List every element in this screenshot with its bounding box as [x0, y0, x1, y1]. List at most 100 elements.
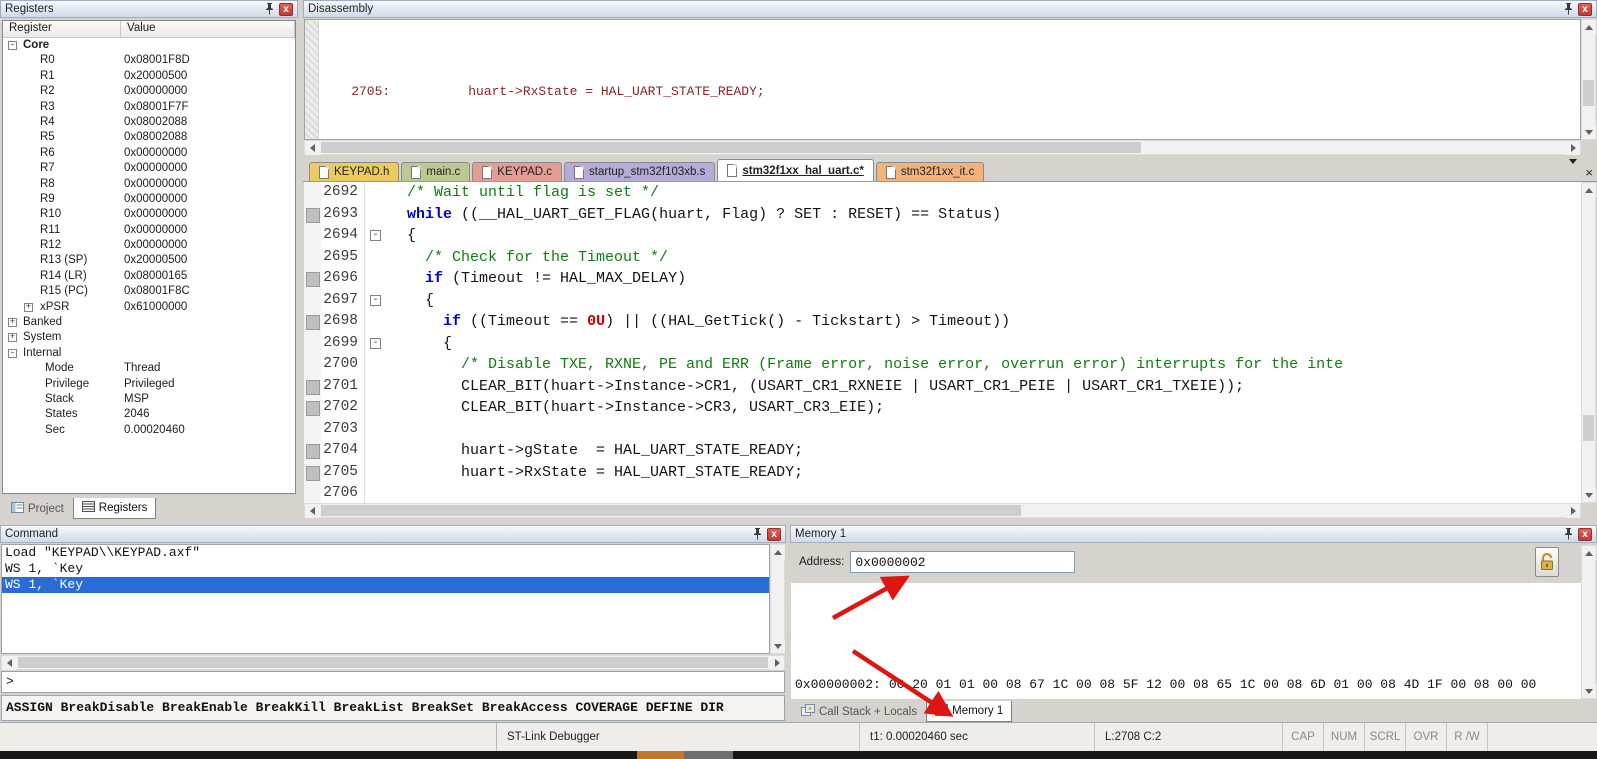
command-output[interactable]: Load "KEYPAD\\KEYPAD.axf" WS 1, `Key WS …	[1, 544, 770, 654]
code-line[interactable]: 2706	[304, 483, 1581, 503]
command-line[interactable]: WS 1, `Key	[2, 577, 769, 593]
scroll-right-button[interactable]	[770, 656, 784, 670]
close-icon[interactable]: x	[1578, 2, 1592, 16]
register-row[interactable]: R0 0x08001F8D	[3, 53, 295, 68]
editor-tab[interactable]: main.c	[401, 162, 471, 181]
editor-tab[interactable]: startup_stm32f103xb.s	[564, 162, 716, 181]
register-row[interactable]: R6 0x00000000	[3, 146, 295, 161]
tab-registers[interactable]: Registers	[72, 498, 157, 519]
register-row[interactable]: R5 0x08002088	[3, 130, 295, 145]
register-row[interactable]: Sec 0.00020460	[3, 423, 295, 438]
memory-vscrollbar[interactable]	[1581, 545, 1596, 699]
register-row[interactable]: R12 0x00000000	[3, 238, 295, 253]
register-row[interactable]: R9 0x00000000	[3, 192, 295, 207]
register-row[interactable]: + Banked	[3, 315, 295, 330]
editor-hscrollbar[interactable]	[304, 503, 1581, 518]
register-row[interactable]: R13 (SP) 0x20000500	[3, 253, 295, 268]
pin-icon[interactable]	[1561, 528, 1575, 541]
register-row[interactable]: R11 0x00000000	[3, 223, 295, 238]
lock-icon[interactable]	[1535, 547, 1559, 577]
scroll-right-button[interactable]	[1566, 504, 1580, 518]
register-row[interactable]: R2 0x00000000	[3, 84, 295, 99]
tab-call-stack-locals[interactable]: Call Stack + Locals	[792, 701, 926, 722]
register-row[interactable]: R1 0x20000500	[3, 69, 295, 84]
register-row[interactable]: R14 (LR) 0x08000165	[3, 269, 295, 284]
scroll-thumb[interactable]	[321, 142, 1141, 153]
close-document-icon[interactable]: ×	[1585, 166, 1593, 179]
tree-expand-icon[interactable]: -	[8, 348, 17, 358]
editor-vscrollbar[interactable]	[1581, 182, 1596, 503]
code-line[interactable]: 2694 - {	[304, 225, 1581, 247]
tree-expand-icon[interactable]: +	[8, 333, 17, 343]
memory-row[interactable]: 0x00000002: 00 20 01 01 00 08 67 1C 00 08…	[791, 677, 1581, 693]
code-line[interactable]: 2695 /* Check for the Timeout */	[304, 246, 1581, 268]
disassembly-line[interactable]: 2705: huart->RxState = HAL_UART_STATE_RE…	[320, 84, 1580, 100]
fold-marker-icon[interactable]: -	[370, 294, 381, 306]
scroll-thumb[interactable]	[321, 505, 1021, 516]
register-row[interactable]: - Core	[3, 38, 295, 53]
disassembly-view[interactable]: 2705: huart->RxState = HAL_UART_STATE_RE…	[304, 19, 1581, 140]
code-line[interactable]: 2703	[304, 418, 1581, 440]
pin-icon[interactable]	[750, 528, 764, 541]
pin-icon[interactable]	[1561, 3, 1575, 16]
scroll-left-button[interactable]	[305, 141, 319, 155]
code-line[interactable]: 2702 CLEAR_BIT(huart->Instance->CR3, USA…	[304, 397, 1581, 419]
register-row[interactable]: Stack MSP	[3, 392, 295, 407]
fold-marker-icon[interactable]: -	[370, 230, 381, 241]
scroll-thumb[interactable]	[1583, 80, 1594, 106]
scroll-up-button[interactable]	[1582, 20, 1596, 34]
scroll-left-button[interactable]	[305, 504, 319, 518]
scroll-up-button[interactable]	[1582, 183, 1596, 197]
code-line[interactable]: 2699 - {	[304, 332, 1581, 354]
scroll-thumb[interactable]	[1583, 415, 1594, 441]
command-line[interactable]: WS 1, `Key	[2, 561, 769, 577]
close-icon[interactable]: x	[767, 527, 781, 541]
code-line[interactable]: 2696 if (Timeout != HAL_MAX_DELAY)	[304, 268, 1581, 290]
pin-icon[interactable]	[262, 3, 276, 16]
register-row[interactable]: States 2046	[3, 407, 295, 422]
tree-expand-icon[interactable]: +	[8, 318, 17, 328]
scroll-left-button[interactable]	[2, 656, 16, 670]
code-line[interactable]: 2698 if ((Timeout == 0U) || ((HAL_GetTic…	[304, 311, 1581, 333]
column-header-value[interactable]: Value	[121, 21, 295, 37]
editor-tab[interactable]: KEYPAD.h	[309, 162, 400, 181]
register-row[interactable]: R7 0x00000000	[3, 161, 295, 176]
tab-memory-1[interactable]: Memory 1	[926, 701, 1013, 722]
scroll-down-button[interactable]	[1582, 125, 1596, 139]
tree-expand-icon[interactable]: -	[8, 41, 17, 50]
scroll-right-button[interactable]	[1566, 141, 1580, 155]
code-line[interactable]: 2700 /* Disable TXE, RXNE, PE and ERR (F…	[304, 354, 1581, 376]
register-row[interactable]: + System	[3, 330, 295, 345]
command-input[interactable]: >	[1, 671, 785, 693]
tab-list-dropdown-icon[interactable]	[1569, 159, 1578, 182]
scroll-up-button[interactable]	[1582, 546, 1596, 560]
disassembly-hscrollbar[interactable]	[304, 140, 1581, 155]
code-line[interactable]: 2697 - {	[304, 289, 1581, 311]
memory-bytes[interactable]: 00 20 01 01 00 08 67 1C 00 08 5F 12 00 0…	[889, 677, 1537, 692]
scroll-down-button[interactable]	[1582, 488, 1596, 502]
column-header-register[interactable]: Register	[3, 21, 121, 37]
code-line[interactable]: 2692 /* Wait until flag is set */	[304, 182, 1581, 204]
memory-grid[interactable]: 0x00000002: 00 20 01 01 00 08 67 1C 00 08…	[791, 583, 1581, 699]
close-icon[interactable]: x	[279, 2, 293, 16]
register-row[interactable]: R3 0x08001F7F	[3, 100, 295, 115]
scroll-thumb[interactable]	[18, 657, 768, 668]
fold-marker-icon[interactable]: -	[370, 337, 381, 349]
command-line[interactable]: Load "KEYPAD\\KEYPAD.axf"	[2, 545, 769, 561]
code-line[interactable]: 2701 CLEAR_BIT(huart->Instance->CR1, (US…	[304, 375, 1581, 397]
register-row[interactable]: + xPSR 0x61000000	[3, 300, 295, 315]
code-editor[interactable]: 2692 /* Wait until flag is set */ 2693 w…	[304, 182, 1581, 503]
scroll-down-button[interactable]	[1582, 684, 1596, 698]
register-row[interactable]: - Internal	[3, 346, 295, 361]
scroll-down-button[interactable]	[771, 639, 785, 653]
register-row[interactable]: Mode Thread	[3, 361, 295, 376]
register-row[interactable]: R15 (PC) 0x08001F8C	[3, 284, 295, 299]
code-line[interactable]: 2704 huart->gState = HAL_UART_STATE_READ…	[304, 440, 1581, 462]
command-vscrollbar[interactable]	[770, 544, 785, 654]
register-row[interactable]: Privilege Privileged	[3, 377, 295, 392]
register-row[interactable]: R4 0x08002088	[3, 115, 295, 130]
register-row[interactable]: R8 0x00000000	[3, 177, 295, 192]
address-input[interactable]	[850, 551, 1076, 573]
tree-expand-icon[interactable]: +	[24, 302, 33, 312]
tab-project[interactable]: Project	[2, 498, 73, 519]
